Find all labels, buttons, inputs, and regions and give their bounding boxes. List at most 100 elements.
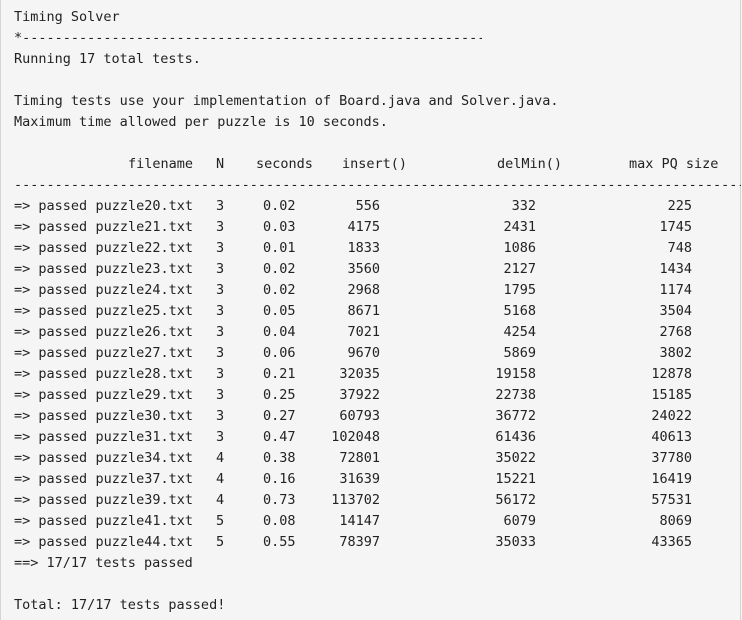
status-cell: => passed xyxy=(14,450,88,466)
n-cell: 3 xyxy=(216,324,225,340)
terminal-output: Timing Solver *-------------------------… xyxy=(0,0,741,620)
status-cell: => passed xyxy=(14,492,88,508)
n-cell: 3 xyxy=(216,429,225,445)
status-cell: => passed xyxy=(14,408,88,424)
table-row: => passed puzzle25.txt 3 0.05 8671 5168 3504 xyxy=(1,301,742,322)
title-rule: *---------------------------------------… xyxy=(14,30,482,46)
delmin-cell: 19158 xyxy=(495,366,536,382)
table-row: => passed puzzle44.txt 5 0.55 78397 35033 4336… xyxy=(1,532,742,553)
max-pq-size-cell: 225 xyxy=(667,198,692,214)
insert-cell: 7021 xyxy=(347,324,380,340)
table-row: => passed puzzle29.txt 3 0.25 37922 22738 1518… xyxy=(1,385,742,406)
filename-cell: puzzle20.txt xyxy=(95,198,193,214)
header-n: N xyxy=(216,156,225,172)
table-row: => passed puzzle31.txt 3 0.47 102048 61436 406… xyxy=(1,427,742,448)
filename-cell: puzzle26.txt xyxy=(95,324,193,340)
max-pq-size-cell: 1434 xyxy=(659,261,692,277)
seconds-cell: 0.04 xyxy=(263,324,296,340)
filename-cell: puzzle34.txt xyxy=(95,450,193,466)
seconds-cell: 0.01 xyxy=(263,240,296,256)
delmin-cell: 2127 xyxy=(503,261,536,277)
seconds-cell: 0.02 xyxy=(263,198,296,214)
delmin-cell: 35022 xyxy=(495,450,536,466)
filename-cell: puzzle21.txt xyxy=(95,219,193,235)
n-cell: 4 xyxy=(216,471,225,487)
status-cell: => passed xyxy=(14,324,88,340)
status-cell: => passed xyxy=(14,303,88,319)
insert-cell: 1833 xyxy=(347,240,380,256)
max-pq-size-cell: 57531 xyxy=(651,492,692,508)
table-row: => passed puzzle39.txt 4 0.73 113702 56172 575… xyxy=(1,490,742,511)
table-row: => passed puzzle26.txt 3 0.04 7021 4254 2768 xyxy=(1,322,742,343)
n-cell: 4 xyxy=(216,450,225,466)
table-row: => passed puzzle41.txt 5 0.08 14147 6079 8069 xyxy=(1,511,742,532)
seconds-cell: 0.73 xyxy=(263,492,296,508)
insert-cell: 556 xyxy=(355,198,380,214)
filename-cell: puzzle37.txt xyxy=(95,471,193,487)
table-row: => passed puzzle21.txt 3 0.03 4175 2431 1745 xyxy=(1,217,742,238)
insert-cell: 78397 xyxy=(339,534,380,550)
max-pq-size-cell: 40613 xyxy=(651,429,692,445)
header-max-pq-size: max PQ size xyxy=(629,156,719,172)
max-pq-size-cell: 1745 xyxy=(659,219,692,235)
status-cell: => passed xyxy=(14,219,88,235)
note-line: Maximum time allowed per puzzle is 10 se… xyxy=(14,114,388,130)
seconds-cell: 0.38 xyxy=(263,450,296,466)
insert-cell: 2968 xyxy=(347,282,380,298)
n-cell: 3 xyxy=(216,219,225,235)
n-cell: 3 xyxy=(216,408,225,424)
table-row: => passed puzzle24.txt 3 0.02 2968 1795 1174 xyxy=(1,280,742,301)
filename-cell: puzzle23.txt xyxy=(95,261,193,277)
max-pq-size-cell: 8069 xyxy=(659,513,692,529)
status-cell: => passed xyxy=(14,345,88,361)
seconds-cell: 0.55 xyxy=(263,534,296,550)
table-row: => passed puzzle37.txt 4 0.16 31639 15221 1641… xyxy=(1,469,742,490)
delmin-cell: 5168 xyxy=(503,303,536,319)
n-cell: 3 xyxy=(216,261,225,277)
status-cell: => passed xyxy=(14,513,88,529)
n-cell: 4 xyxy=(216,492,225,508)
delmin-cell: 22738 xyxy=(495,387,536,403)
status-cell: => passed xyxy=(14,387,88,403)
max-pq-size-cell: 37780 xyxy=(651,450,692,466)
summary-line: ==> 17/17 tests passed xyxy=(14,555,193,571)
insert-cell: 102048 xyxy=(331,429,380,445)
filename-cell: puzzle30.txt xyxy=(95,408,193,424)
delmin-cell: 5869 xyxy=(503,345,536,361)
filename-cell: puzzle22.txt xyxy=(95,240,193,256)
table-divider: ----------------------------------------… xyxy=(14,177,741,193)
delmin-cell: 56172 xyxy=(495,492,536,508)
seconds-cell: 0.08 xyxy=(263,513,296,529)
delmin-cell: 4254 xyxy=(503,324,536,340)
page-title: Timing Solver xyxy=(14,9,120,25)
insert-cell: 14147 xyxy=(339,513,380,529)
seconds-cell: 0.16 xyxy=(263,471,296,487)
max-pq-size-cell: 24022 xyxy=(651,408,692,424)
filename-cell: puzzle41.txt xyxy=(95,513,193,529)
seconds-cell: 0.25 xyxy=(263,387,296,403)
table-row: => passed puzzle22.txt 3 0.01 1833 1086 748 xyxy=(1,238,742,259)
status-cell: => passed xyxy=(14,282,88,298)
insert-cell: 60793 xyxy=(339,408,380,424)
header-insert: insert() xyxy=(342,156,408,172)
filename-cell: puzzle25.txt xyxy=(95,303,193,319)
delmin-cell: 61436 xyxy=(495,429,536,445)
max-pq-size-cell: 12878 xyxy=(651,366,692,382)
delmin-cell: 1795 xyxy=(503,282,536,298)
n-cell: 3 xyxy=(216,282,225,298)
table-row: => passed puzzle20.txt 3 0.02 556 332 225 xyxy=(1,196,742,217)
status-cell: => passed xyxy=(14,240,88,256)
insert-cell: 37922 xyxy=(339,387,380,403)
seconds-cell: 0.21 xyxy=(263,366,296,382)
seconds-cell: 0.06 xyxy=(263,345,296,361)
delmin-cell: 2431 xyxy=(503,219,536,235)
delmin-cell: 36772 xyxy=(495,408,536,424)
status-cell: => passed xyxy=(14,534,88,550)
table-row: => passed puzzle34.txt 4 0.38 72801 35022 3778… xyxy=(1,448,742,469)
max-pq-size-cell: 2768 xyxy=(659,324,692,340)
note-line: Timing tests use your implementation of … xyxy=(14,93,559,109)
header-filename: filename xyxy=(127,156,193,172)
status-cell: => passed xyxy=(14,198,88,214)
status-cell: => passed xyxy=(14,471,88,487)
insert-cell: 8671 xyxy=(347,303,380,319)
